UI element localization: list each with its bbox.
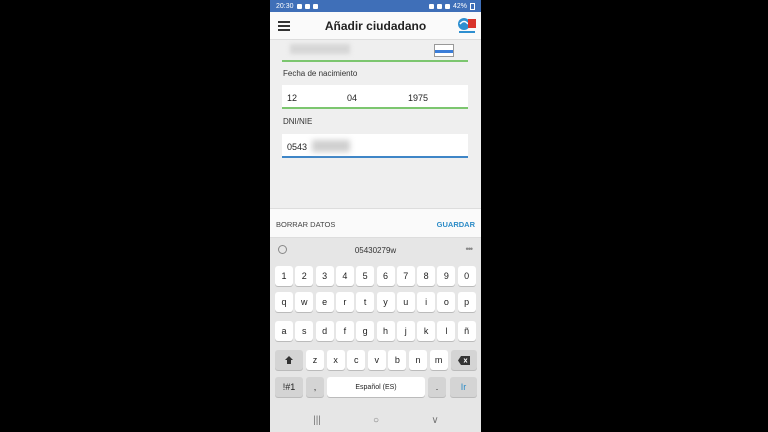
key-b[interactable]: b [388,350,407,370]
comma-key[interactable]: , [306,377,324,397]
key-m[interactable]: m [429,350,448,370]
flag-icon [434,44,454,57]
key-n[interactable]: n [409,350,427,370]
backspace-key[interactable] [451,350,477,370]
key-h[interactable]: h [376,321,395,341]
key-g[interactable]: g [356,321,375,341]
dob-field[interactable]: 12 04 1975 [282,85,468,109]
space-key[interactable]: Español (ES) [327,377,425,397]
period-key[interactable]: . [428,377,446,397]
citizen-form: Fecha de nacimiento 12 04 1975 DNI/NIE 0… [270,40,481,208]
dni-input[interactable]: 0543 [282,134,468,158]
key-9[interactable]: 9 [437,266,456,286]
soft-keyboard: 05430279w ••• 1234567890 qwertyuiop asdfgh… [270,238,481,410]
blurred-value [312,140,350,152]
signal-icon [444,3,450,9]
clear-data-button[interactable]: BORRAR DATOS [276,220,335,229]
home-icon[interactable]: ○ [369,415,383,427]
key-j[interactable]: j [396,321,415,341]
blurred-value [290,44,350,54]
suggestion-word[interactable]: 05430279w [270,246,481,255]
key-s[interactable]: s [295,321,314,341]
key-x[interactable]: x [326,350,345,370]
key-0[interactable]: 0 [457,266,476,286]
action-bar: BORRAR DATOS GUARDAR [270,208,481,238]
page-title: Añadir ciudadano [324,19,427,33]
key-ñ[interactable]: ñ [457,321,476,341]
key-8[interactable]: 8 [417,266,436,286]
key-7[interactable]: 7 [396,266,415,286]
key-1[interactable]: 1 [275,266,293,286]
key-3[interactable]: 3 [315,266,334,286]
status-time: 20:30 [276,2,294,10]
key-c[interactable]: c [347,350,366,370]
key-k[interactable]: k [417,321,436,341]
key-u[interactable]: u [396,292,415,312]
symbols-key[interactable]: !#1 [275,377,303,397]
key-p[interactable]: p [457,292,476,312]
phone-screen: 20:30 42% Añadir ciudadano Fecha de naci [270,0,481,432]
key-q[interactable]: q [275,292,293,312]
notification-icon [304,3,310,9]
dob-month[interactable]: 04 [347,93,357,103]
more-options-icon[interactable]: ••• [466,244,474,254]
back-icon[interactable]: ∨ [428,415,442,427]
notification-icon [312,3,318,9]
recent-apps-icon[interactable]: ||| [310,415,324,427]
shift-icon [285,356,293,364]
key-o[interactable]: o [437,292,456,312]
key-2[interactable]: 2 [295,266,314,286]
status-bar: 20:30 42% [270,0,481,12]
app-bar: Añadir ciudadano [270,12,481,40]
navigation-bar: ||| ○ ∨ [270,410,481,432]
key-5[interactable]: 5 [356,266,375,286]
dob-day[interactable]: 12 [287,93,297,103]
battery-percent: 42% [452,2,467,10]
key-l[interactable]: l [437,321,456,341]
notification-icon [296,3,302,9]
dni-label: DNI/NIE [283,117,313,126]
key-y[interactable]: y [376,292,395,312]
key-6[interactable]: 6 [376,266,395,286]
key-i[interactable]: i [417,292,436,312]
wifi-icon [436,3,442,9]
shift-key[interactable] [275,350,303,370]
dob-year[interactable]: 1975 [408,93,428,103]
key-z[interactable]: z [306,350,324,370]
battery-icon [470,2,475,10]
nationality-field[interactable] [282,40,468,62]
dob-label: Fecha de nacimiento [283,69,358,78]
suggestion-bar: 05430279w ••• [270,238,481,262]
key-4[interactable]: 4 [335,266,354,286]
key-v[interactable]: v [367,350,386,370]
key-d[interactable]: d [315,321,334,341]
backspace-icon [458,355,470,365]
key-w[interactable]: w [295,292,314,312]
key-t[interactable]: t [356,292,375,312]
app-logo-icon [458,18,476,33]
key-a[interactable]: a [275,321,293,341]
alarm-icon [428,3,434,9]
key-e[interactable]: e [315,292,334,312]
go-key[interactable]: Ir [450,377,477,397]
key-f[interactable]: f [335,321,354,341]
save-button[interactable]: GUARDAR [437,220,475,229]
dni-value: 0543 [287,142,308,152]
key-r[interactable]: r [335,292,354,312]
